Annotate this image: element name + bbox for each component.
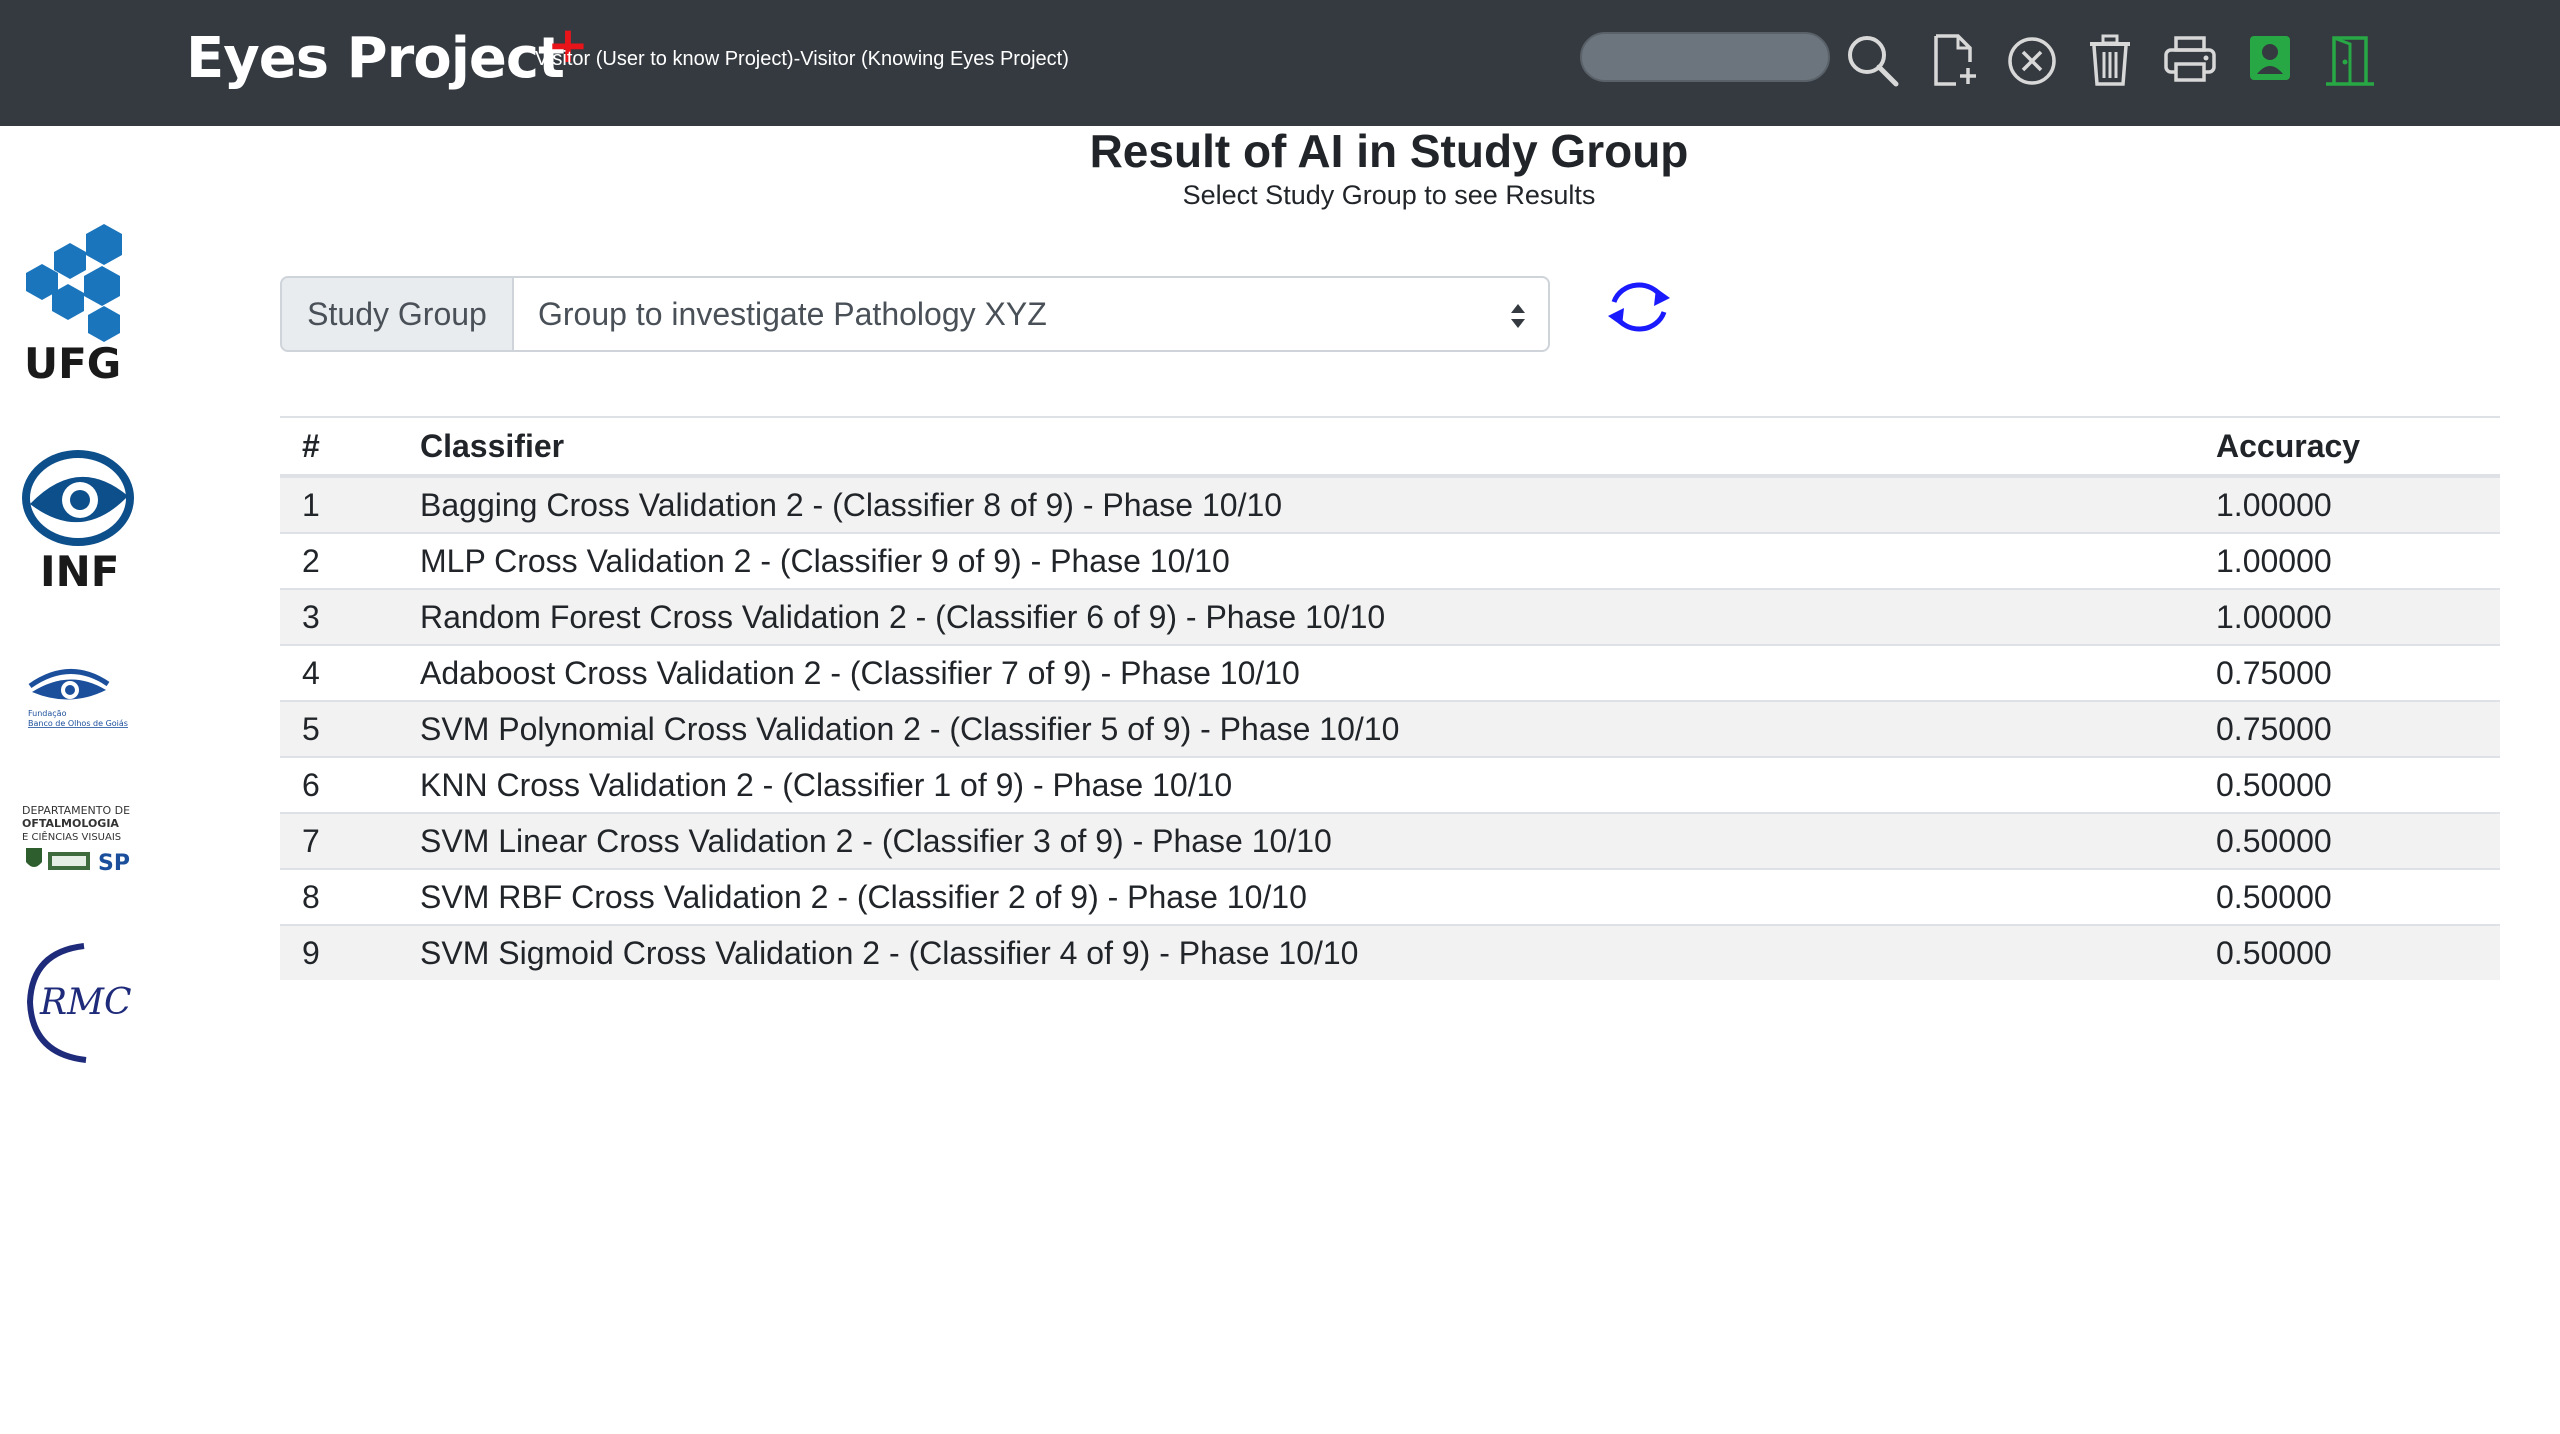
rmc-logo: RMC xyxy=(26,943,132,1063)
table-row: 3 Random Forest Cross Validation 2 - (Cl… xyxy=(280,588,2500,645)
search-input[interactable] xyxy=(1580,32,1830,82)
page-subtitle: Select Study Group to see Results xyxy=(1182,180,1596,210)
row-number: 2 xyxy=(280,532,398,589)
row-number: 4 xyxy=(280,644,398,701)
row-number: 6 xyxy=(280,756,398,813)
row-classifier: KNN Cross Validation 2 - (Classifier 1 o… xyxy=(398,756,2194,813)
row-number: 1 xyxy=(280,475,398,533)
cancel-icon[interactable] xyxy=(2004,32,2060,88)
svg-text:Fundação: Fundação xyxy=(28,709,67,718)
rmc-logo-text: RMC xyxy=(39,982,132,1023)
search-icon[interactable] xyxy=(1844,32,1900,88)
row-number: 3 xyxy=(280,588,398,645)
inf-logo-text: INF xyxy=(40,547,119,594)
table-row: 5 SVM Polynomial Cross Validation 2 - (C… xyxy=(280,700,2500,757)
inf-logo: INF xyxy=(22,450,134,594)
row-number: 5 xyxy=(280,700,398,757)
trash-icon[interactable] xyxy=(2082,32,2138,88)
results-table: # Classifier Accuracy 1 Bagging Cross Va… xyxy=(280,416,2500,980)
header-accuracy[interactable]: Accuracy xyxy=(2194,416,2500,478)
row-classifier: SVM RBF Cross Validation 2 - (Classifier… xyxy=(398,868,2194,925)
row-number: 9 xyxy=(280,924,398,980)
row-classifier: SVM Sigmoid Cross Validation 2 - (Classi… xyxy=(398,924,2194,980)
departamento-oftalmologia-logo: DEPARTAMENTO DE OFTALMOLOGIA E CIÊNCIAS … xyxy=(22,804,130,876)
fundacao-banco-de-olhos-logo: Fundação Banco de Olhos de Goiás xyxy=(28,669,128,728)
ufg-logo: UFG xyxy=(24,224,122,382)
header-number[interactable]: # xyxy=(280,416,398,478)
row-accuracy: 1.00000 xyxy=(2194,532,2500,589)
row-number: 8 xyxy=(280,868,398,925)
table-header-row: # Classifier Accuracy xyxy=(280,416,2500,478)
brand-logo[interactable]: Eyes Project + xyxy=(186,16,589,94)
row-accuracy: 0.75000 xyxy=(2194,644,2500,701)
table-row: 9 SVM Sigmoid Cross Validation 2 - (Clas… xyxy=(280,924,2500,980)
table-row: 6 KNN Cross Validation 2 - (Classifier 1… xyxy=(280,756,2500,813)
exit-door-icon[interactable] xyxy=(2322,32,2378,88)
row-accuracy: 0.50000 xyxy=(2194,924,2500,980)
header-classifier[interactable]: Classifier xyxy=(398,416,2194,478)
row-accuracy: 0.75000 xyxy=(2194,700,2500,757)
new-document-icon[interactable] xyxy=(1926,32,1982,88)
row-classifier: MLP Cross Validation 2 - (Classifier 9 o… xyxy=(398,532,2194,589)
study-group-selector: Study Group Group to investigate Patholo… xyxy=(280,276,1550,352)
table-row: 4 Adaboost Cross Validation 2 - (Classif… xyxy=(280,644,2500,701)
refresh-icon[interactable] xyxy=(1604,274,1674,340)
svg-text:Banco de Olhos de Goiás: Banco de Olhos de Goiás xyxy=(28,719,128,728)
study-group-selected-value: Group to investigate Pathology XYZ xyxy=(538,296,1047,332)
select-updown-arrows-icon xyxy=(1511,304,1525,328)
user-profile-icon[interactable] xyxy=(2242,32,2298,88)
brand-text: Eyes Project xyxy=(186,26,565,91)
row-accuracy: 0.50000 xyxy=(2194,868,2500,925)
svg-text:OFTALMOLOGIA: OFTALMOLOGIA xyxy=(22,817,119,830)
top-navbar: Eyes Project + Visitor (User to know Proj… xyxy=(0,0,2560,126)
row-accuracy: 1.00000 xyxy=(2194,475,2500,533)
page-title: Result of AI in Study Group xyxy=(1089,125,1689,177)
svg-text:SP: SP xyxy=(98,851,130,876)
row-number: 7 xyxy=(280,812,398,869)
row-accuracy: 0.50000 xyxy=(2194,812,2500,869)
row-classifier: SVM Polynomial Cross Validation 2 - (Cla… xyxy=(398,700,2194,757)
svg-text:E CIÊNCIAS VISUAIS: E CIÊNCIAS VISUAIS xyxy=(22,830,121,843)
row-classifier: Random Forest Cross Validation 2 - (Clas… xyxy=(398,588,2194,645)
table-row: 8 SVM RBF Cross Validation 2 - (Classifi… xyxy=(280,868,2500,925)
row-classifier: Adaboost Cross Validation 2 - (Classifie… xyxy=(398,644,2194,701)
table-row: 2 MLP Cross Validation 2 - (Classifier 9… xyxy=(280,532,2500,589)
row-accuracy: 0.50000 xyxy=(2194,756,2500,813)
svg-text:DEPARTAMENTO DE: DEPARTAMENTO DE xyxy=(22,804,130,817)
ufg-logo-text: UFG xyxy=(24,339,121,382)
row-classifier: SVM Linear Cross Validation 2 - (Classif… xyxy=(398,812,2194,869)
table-row: 7 SVM Linear Cross Validation 2 - (Class… xyxy=(280,812,2500,869)
study-group-select[interactable]: Group to investigate Pathology XYZ xyxy=(514,276,1550,352)
study-group-label: Study Group xyxy=(280,276,514,352)
visitor-info: Visitor (User to know Project)-Visitor (… xyxy=(535,48,1069,70)
row-classifier: Bagging Cross Validation 2 - (Classifier… xyxy=(398,475,2194,533)
row-accuracy: 1.00000 xyxy=(2194,588,2500,645)
table-row: 1 Bagging Cross Validation 2 - (Classifi… xyxy=(280,475,2500,533)
print-icon[interactable] xyxy=(2162,32,2218,88)
